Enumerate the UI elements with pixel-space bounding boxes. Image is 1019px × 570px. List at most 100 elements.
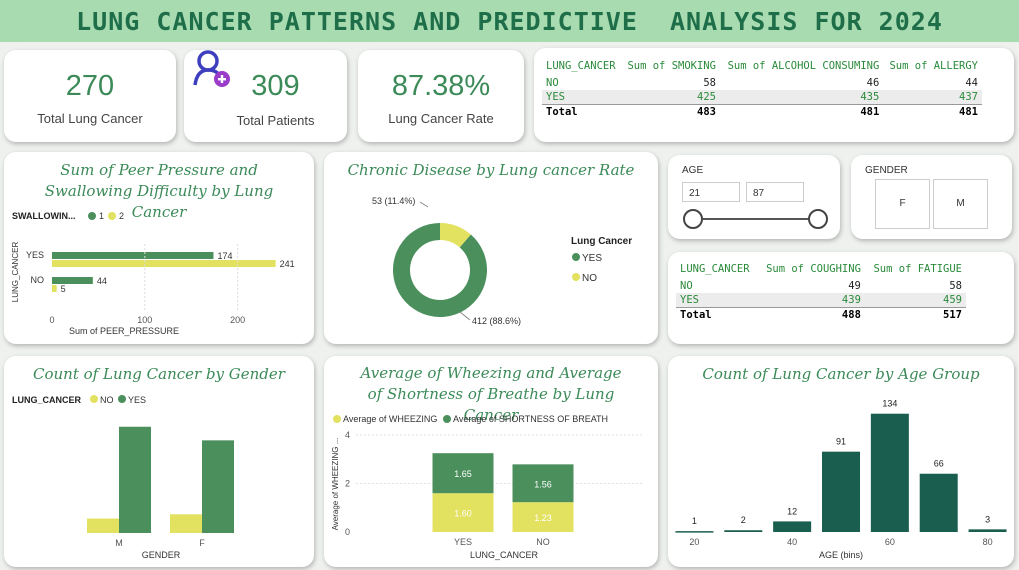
table-row[interactable]: YES 425 435 437 xyxy=(542,90,982,105)
table-cell: 435 xyxy=(719,90,884,105)
age-slicer-title: AGE xyxy=(682,165,704,176)
table-cell: 49 xyxy=(848,280,861,292)
data-label: 44 xyxy=(97,276,107,286)
table-coughing-fatigue[interactable]: LUNG_CANCER Sum of COUGHING Sum of FATIGUE… xyxy=(668,252,1014,344)
kpi-lung-cancer-value: 270 xyxy=(65,70,115,102)
bar[interactable] xyxy=(170,514,202,533)
chart-card-wheezing[interactable]: Average of Wheezing and Average of Short… xyxy=(324,356,658,567)
bar[interactable] xyxy=(52,285,57,292)
gender-option-m[interactable]: M xyxy=(933,179,988,229)
chart-card-gender[interactable]: Count of Lung Cancer by Gender LUNG_CANC… xyxy=(4,356,314,567)
age-slicer-card[interactable]: AGE 21 87 xyxy=(668,155,840,239)
table-header-cell[interactable]: Sum of ALLERGY xyxy=(883,56,982,76)
bar[interactable] xyxy=(87,518,119,533)
kpi-card-rate[interactable]: 87.38% Lung Cancer Rate xyxy=(358,50,524,142)
slice-leader-no xyxy=(419,201,429,208)
table-cell: 481 xyxy=(719,104,884,119)
table-header-cell[interactable]: Sum of COUGHING xyxy=(757,259,865,279)
x-tick-label: 100 xyxy=(137,315,152,325)
data-label: 91 xyxy=(836,437,846,447)
x-tick-label: 20 xyxy=(689,537,699,547)
table-smoking-alcohol-allergy[interactable]: LUNG_CANCER Sum of SMOKING Sum of ALCOHOL … xyxy=(534,48,1014,142)
x-tick-label: YES xyxy=(454,537,472,547)
data-label: 1.65 xyxy=(454,469,472,479)
data-label: 66 xyxy=(934,459,944,469)
gender-bar-chart: LUNG_CANCER NO YES M F GENDER xyxy=(12,395,234,560)
x-tick-label: NO xyxy=(536,537,550,547)
bar[interactable] xyxy=(773,521,812,532)
data-label: 1.23 xyxy=(534,513,552,523)
data-table-2: LUNG_CANCER Sum of COUGHING Sum of FATIGUE… xyxy=(676,259,966,322)
x-axis-title: GENDER xyxy=(142,550,181,560)
slice-leader-yes xyxy=(459,311,471,321)
bar[interactable] xyxy=(724,530,763,532)
age-group-bar-chart: 1 2129113466320 40 60 80AGE (bins) xyxy=(675,399,1007,560)
table-header-cell[interactable]: Sum of SMOKING xyxy=(621,56,720,76)
age-min-input[interactable]: 21 xyxy=(682,182,740,202)
table-cell: 58 xyxy=(949,280,962,292)
x-tick-label: F xyxy=(199,538,205,548)
table-row[interactable]: NO 49 58 xyxy=(676,279,966,293)
data-label: 1.56 xyxy=(534,479,552,489)
bar[interactable] xyxy=(675,531,714,533)
chronic-disease-donut-chart: 412 (88.6%) 53 (11.4%) Lung Cancer YES NO xyxy=(372,196,632,326)
kpi-card-lung-cancer[interactable]: 270 Total Lung Cancer xyxy=(4,50,176,142)
table-header-cell[interactable]: Sum of FATIGUE xyxy=(865,259,966,279)
age-max-input[interactable]: 87 xyxy=(746,182,804,202)
x-axis-title: AGE (bins) xyxy=(819,550,863,560)
bar[interactable] xyxy=(52,252,214,259)
age-range-slider[interactable] xyxy=(668,205,840,235)
table-cell: YES xyxy=(542,90,622,105)
x-axis-title: LUNG_CANCER xyxy=(470,550,539,560)
gender-slicer-card[interactable]: GENDER F M xyxy=(851,155,1012,239)
table-cell: NO xyxy=(680,280,693,292)
legend-label-no: NO xyxy=(100,395,114,405)
y-axis-title: LUNG_CANCER xyxy=(11,242,20,303)
table-row[interactable]: Total 488 517 xyxy=(676,307,966,322)
legend-label-breath: Average of SHORTNESS OF BREATH xyxy=(453,414,608,424)
gender-option-f[interactable]: F xyxy=(875,179,930,229)
chart-card-age-group[interactable]: Count of Lung Cancer by Age Group 1 2 12 91… xyxy=(668,356,1014,567)
chart-card-peer-pressure[interactable]: Sum of Peer Pressure and Swallowing Diff… xyxy=(4,152,314,344)
legend-label-wheezing: Average of WHEEZING xyxy=(343,414,437,424)
bar[interactable] xyxy=(202,440,234,533)
y-tick-label: 2 xyxy=(345,479,350,489)
table-cell: 439 xyxy=(757,293,865,308)
bar[interactable] xyxy=(968,529,1007,532)
legend-label-no: NO xyxy=(582,273,597,284)
bar[interactable] xyxy=(919,473,958,532)
y-tick-label: 4 xyxy=(345,430,350,440)
table-cell: 58 xyxy=(703,77,716,89)
table-cell: Total xyxy=(676,307,758,322)
bar[interactable] xyxy=(119,426,151,533)
age-slider-min-handle[interactable] xyxy=(683,209,703,229)
x-tick-label: 60 xyxy=(885,537,895,547)
bar[interactable] xyxy=(52,260,276,267)
data-table-1: LUNG_CANCER Sum of SMOKING Sum of ALCOHOL … xyxy=(542,56,982,119)
kpi-card-patients[interactable]: 309 Total Patients xyxy=(184,50,347,142)
table-cell: 46 xyxy=(866,77,880,89)
table-header-cell[interactable]: LUNG_CANCER xyxy=(676,259,757,279)
legend-marker-wheezing xyxy=(333,415,341,423)
table-cell: 488 xyxy=(757,307,865,322)
table-header-cell[interactable]: LUNG_CANCER xyxy=(542,56,621,76)
table-cell: 483 xyxy=(621,104,720,119)
table-row[interactable]: NO 58 46 44 xyxy=(542,76,982,90)
data-label: 2 xyxy=(741,515,746,525)
bar[interactable] xyxy=(870,413,909,532)
legend-label-yes: YES xyxy=(128,395,146,405)
x-tick-label: M xyxy=(115,538,123,548)
bar[interactable] xyxy=(52,277,93,284)
legend-marker-yes xyxy=(572,253,580,261)
chart-card-chronic-disease[interactable]: Chronic Disease by Lung cancer Rate 412 … xyxy=(324,152,658,344)
legend-title: SWALLOWIN... xyxy=(12,211,76,221)
table-row[interactable]: YES 439 459 xyxy=(676,293,966,308)
legend-marker-yes xyxy=(118,395,126,403)
bar[interactable] xyxy=(822,451,860,532)
age-slider-max-handle[interactable] xyxy=(808,209,828,229)
data-label: 12 xyxy=(787,506,797,516)
table-header-cell[interactable]: Sum of ALCOHOL CONSUMING xyxy=(720,56,883,76)
legend-marker-no xyxy=(90,395,98,403)
y-tick-label: NO xyxy=(31,275,45,285)
table-row[interactable]: Total 483 481 481 xyxy=(542,104,982,119)
